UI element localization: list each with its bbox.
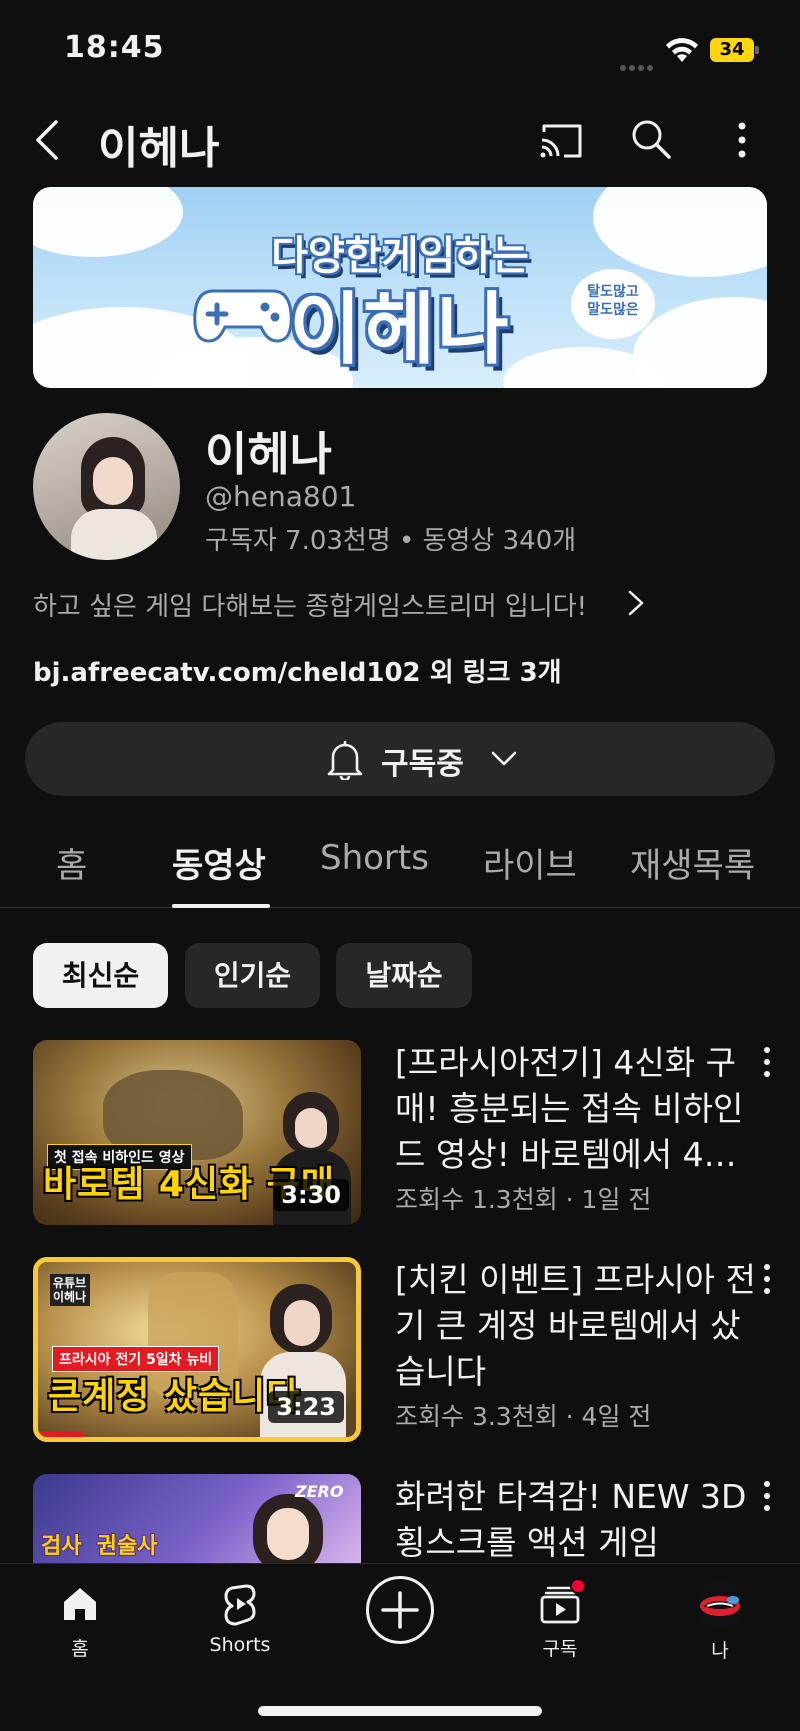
bubble-line-1: 탈도많고 — [587, 284, 639, 300]
chip-popular[interactable]: 인기순 — [185, 943, 320, 1008]
you-avatar — [697, 1582, 743, 1628]
page-title: 이헤나 — [98, 123, 220, 174]
video-thumbnail[interactable]: 첫 접속 비하인드 영상 바로템 4신화 구매 3:30 — [33, 1040, 361, 1225]
tab-playlists[interactable]: 재생목록 — [630, 838, 755, 887]
bubble-line-2: 말도많은 — [587, 302, 639, 318]
video-duration: 3:30 — [273, 1179, 349, 1211]
channel-links[interactable]: bj.afreecatv.com/cheld102 외 링크 3개 — [33, 652, 562, 689]
back-arrow-icon[interactable] — [30, 118, 66, 162]
banner-name: 이헤나 — [289, 285, 511, 375]
bottom-navigation: 홈 Shorts 구독 나 — [0, 1563, 800, 1731]
tab-shorts[interactable]: Shorts — [320, 838, 429, 878]
chip-latest[interactable]: 최신순 — [33, 943, 168, 1008]
subscribed-button[interactable]: 구독중 — [25, 722, 775, 796]
watched-progress-bar — [38, 1431, 83, 1437]
more-options-icon[interactable] — [726, 118, 758, 162]
channel-name: 이헤나 — [205, 427, 332, 481]
status-time: 18:45 — [64, 30, 165, 65]
nav-shorts[interactable]: Shorts — [180, 1582, 300, 1656]
battery-icon: 34 — [710, 38, 760, 62]
home-icon — [64, 1588, 96, 1620]
bell-icon — [327, 740, 363, 780]
video-more-icon[interactable] — [759, 1044, 775, 1080]
channel-tabs: 홈 동영상 Shorts 라이브 재생목록 — [0, 820, 800, 908]
thumbnail-caption: 검사 권술사 — [41, 1534, 158, 1559]
thumbnail-corner-label: ZERO — [295, 1482, 344, 1501]
tab-live[interactable]: 라이브 — [483, 838, 577, 887]
video-meta: 조회수 3.3천회 · 4일 전 — [395, 1402, 652, 1431]
nav-subscriptions-label: 구독 — [542, 1638, 578, 1660]
create-button[interactable] — [366, 1576, 434, 1644]
subscribed-label: 구독중 — [381, 747, 464, 782]
thumbnail-corner-label: 유튜브 이헤나 — [50, 1274, 90, 1306]
thumbnail-caption: 큰계정 샀습니다 — [48, 1376, 301, 1417]
cellular-signal-icon — [620, 56, 660, 71]
video-title[interactable]: 화려한 타격감! NEW 3D 횡스크롤 액션 게임 — [395, 1474, 760, 1566]
channel-description[interactable]: 하고 싶은 게임 다해보는 종합게임스트리머 입니다! — [33, 586, 587, 623]
channel-banner: 다양한게임하는 이헤나 탈도많고 말도많은 — [33, 187, 767, 388]
wifi-icon — [666, 38, 698, 62]
create-icon — [381, 1591, 419, 1629]
tab-home[interactable]: 홈 — [56, 838, 87, 887]
video-more-icon[interactable] — [759, 1261, 775, 1297]
chevron-down-icon — [491, 751, 517, 766]
video-thumbnail[interactable]: 유튜브 이헤나 프라시아 전기 5일차 뉴비 큰계정 샀습니다 3:23 — [33, 1257, 361, 1442]
channel-avatar[interactable] — [33, 413, 180, 560]
active-tab-indicator — [172, 904, 270, 908]
chip-date[interactable]: 날짜순 — [336, 943, 472, 1008]
video-item[interactable]: 유튜브 이헤나 프라시아 전기 5일차 뉴비 큰계정 샀습니다 3:23 [치킨… — [33, 1257, 800, 1447]
nav-home[interactable]: 홈 — [20, 1582, 140, 1661]
battery-level: 34 — [710, 38, 754, 62]
nav-subscriptions[interactable]: 구독 — [500, 1578, 620, 1661]
banner-speech-bubble: 탈도많고 말도많은 — [571, 269, 655, 339]
video-meta: 조회수 1.3천회 · 1일 전 — [395, 1185, 652, 1214]
nav-you[interactable]: 나 — [660, 1582, 780, 1663]
nav-shorts-label: Shorts — [209, 1634, 271, 1656]
top-app-bar: 이헤나 — [0, 100, 800, 180]
tab-videos[interactable]: 동영상 — [172, 838, 266, 887]
video-item[interactable]: 첫 접속 비하인드 영상 바로템 4신화 구매 3:30 [프라시아전기] 4신… — [33, 1040, 800, 1230]
video-title[interactable]: [치킨 이벤트] 프라시아 전기 큰 계정 바로템에서 샀습니다 — [395, 1257, 760, 1395]
notification-dot — [570, 1578, 586, 1594]
video-title[interactable]: [프라시아전기] 4신화 구매! 흥분되는 접속 비하인드 영상! 바로템에서 … — [395, 1040, 760, 1178]
nav-home-label: 홈 — [71, 1638, 89, 1660]
channel-stats: 구독자 7.03천명 • 동영상 340개 — [205, 526, 577, 556]
status-bar: 18:45 34 — [0, 0, 800, 100]
home-indicator — [258, 1706, 542, 1716]
cast-icon[interactable] — [538, 120, 584, 160]
channel-handle: @hena801 — [205, 480, 357, 513]
nav-you-label: 나 — [711, 1640, 729, 1662]
chevron-right-icon[interactable] — [624, 586, 648, 620]
video-more-icon[interactable] — [759, 1478, 775, 1514]
video-duration: 3:23 — [268, 1391, 344, 1423]
search-icon[interactable] — [630, 118, 672, 160]
shorts-icon — [224, 1584, 256, 1626]
